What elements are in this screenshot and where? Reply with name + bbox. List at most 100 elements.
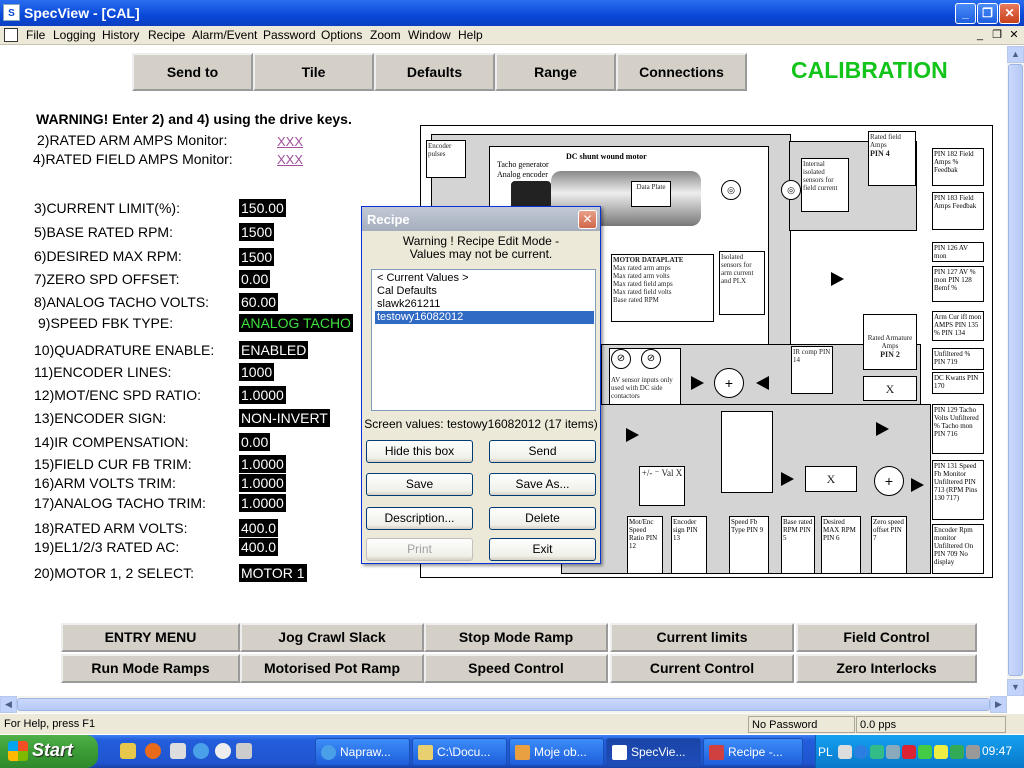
- field-control-button[interactable]: Field Control: [796, 623, 977, 652]
- current-limits-button[interactable]: Current limits: [610, 623, 794, 652]
- exit-button[interactable]: Exit: [489, 538, 596, 561]
- entry-menu-button[interactable]: ENTRY MENU: [61, 623, 240, 652]
- mdi-close-icon[interactable]: ✕: [1006, 27, 1022, 43]
- motorised-pot-ramp-button[interactable]: Motorised Pot Ramp: [240, 654, 424, 683]
- current-control-button[interactable]: Current Control: [610, 654, 794, 683]
- send-to-button[interactable]: Send to: [132, 53, 253, 91]
- rated-ac-value[interactable]: 400.0: [239, 538, 279, 556]
- pin-box[interactable]: PIN 129 Tacho Volts Unfiltered % Tacho m…: [932, 404, 984, 454]
- send-button[interactable]: Send: [489, 440, 596, 463]
- recipe-list-item[interactable]: slawk261211: [375, 298, 594, 311]
- language-indicator[interactable]: PL: [818, 745, 833, 759]
- connections-button[interactable]: Connections: [616, 53, 747, 91]
- network-icon[interactable]: [870, 745, 884, 759]
- tray-icon[interactable]: [966, 745, 980, 759]
- title-bar[interactable]: S SpecView - [CAL] _ ❐ ✕: [0, 0, 1024, 26]
- pin-box[interactable]: DC Kwatts PIN 170: [932, 372, 984, 394]
- pin-box[interactable]: Encoder Rpm monitor Unfiltered On PIN 70…: [932, 524, 984, 574]
- show-desktop-icon[interactable]: [120, 743, 136, 759]
- recipe-close-icon[interactable]: ✕: [578, 210, 597, 229]
- security-icon[interactable]: [918, 745, 932, 759]
- pin-box[interactable]: PIN 127 AV % mon PIN 128 Bemf %: [932, 266, 984, 302]
- current-limit-value[interactable]: 150.00: [239, 199, 286, 217]
- quadrature-enable-value[interactable]: ENABLED: [239, 341, 309, 359]
- defaults-button[interactable]: Defaults: [374, 53, 495, 91]
- task-moje[interactable]: Moje ob...: [509, 738, 604, 766]
- scroll-down-icon[interactable]: ▼: [1007, 679, 1024, 696]
- ir-compensation-value[interactable]: 0.00: [239, 433, 271, 451]
- app-icon[interactable]: [170, 743, 186, 759]
- menu-history[interactable]: History: [102, 28, 139, 42]
- bottom-pin-box[interactable]: Encoder sign PIN 13: [671, 516, 707, 574]
- recipe-dialog-title[interactable]: Recipe: [362, 207, 600, 231]
- base-rated-rpm-value[interactable]: 1500: [239, 223, 275, 241]
- specview-app-icon[interactable]: S: [3, 4, 20, 21]
- encoder-sign-value[interactable]: NON-INVERT: [239, 409, 330, 427]
- tray-icon[interactable]: [950, 745, 964, 759]
- recipe-dialog[interactable]: Recipe ✕ Warning ! Recipe Edit Mode - Va…: [361, 206, 601, 564]
- internet-explorer-icon[interactable]: [193, 743, 209, 759]
- tray-expand-icon[interactable]: [854, 745, 868, 759]
- menu-options[interactable]: Options: [321, 28, 362, 42]
- analog-tacho-volts-value[interactable]: 60.00: [239, 293, 279, 311]
- stop-mode-ramp-button[interactable]: Stop Mode Ramp: [424, 623, 608, 652]
- bottom-pin-box[interactable]: Zero speed offset PIN 7: [871, 516, 907, 574]
- range-button[interactable]: Range: [495, 53, 616, 91]
- antivirus-icon[interactable]: [902, 745, 916, 759]
- recipe-list[interactable]: < Current Values > Cal Defaults slawk261…: [371, 269, 596, 411]
- vertical-scrollbar[interactable]: ▲ ▼: [1007, 46, 1024, 696]
- vertical-scroll-thumb[interactable]: [1008, 64, 1023, 676]
- mdi-restore-icon[interactable]: ❐: [989, 27, 1005, 43]
- tray-icon[interactable]: [838, 745, 852, 759]
- speed-fbk-type-value[interactable]: ANALOG TACHO: [239, 314, 353, 332]
- menu-password[interactable]: Password: [263, 28, 316, 42]
- horizontal-scroll-thumb[interactable]: [17, 698, 990, 711]
- document-icon[interactable]: [4, 28, 18, 42]
- menu-recipe[interactable]: Recipe: [148, 28, 185, 42]
- jog-crawl-slack-button[interactable]: Jog Crawl Slack: [240, 623, 424, 652]
- bottom-pin-box[interactable]: Desired MAX RPM PIN 6: [821, 516, 861, 574]
- delete-button[interactable]: Delete: [489, 507, 596, 530]
- scroll-right-icon[interactable]: ▶: [990, 696, 1007, 713]
- scroll-up-icon[interactable]: ▲: [1007, 46, 1024, 63]
- media-player-icon[interactable]: [215, 743, 231, 759]
- task-recipe[interactable]: Recipe -...: [703, 738, 803, 766]
- task-specview[interactable]: SpecVie...: [606, 738, 701, 766]
- hide-box-button[interactable]: Hide this box: [366, 440, 473, 463]
- encoder-lines-value[interactable]: 1000: [239, 363, 275, 381]
- task-napraw[interactable]: Napraw...: [315, 738, 410, 766]
- minimize-button[interactable]: _: [955, 3, 976, 24]
- print-button[interactable]: Print: [366, 538, 473, 561]
- mdi-minimize-icon[interactable]: _: [972, 27, 988, 43]
- run-mode-ramps-button[interactable]: Run Mode Ramps: [61, 654, 240, 683]
- menu-zoom[interactable]: Zoom: [370, 28, 401, 42]
- bottom-pin-box[interactable]: Speed Fb Type PIN 9: [729, 516, 769, 574]
- scroll-left-icon[interactable]: ◀: [0, 696, 17, 713]
- mot-enc-spd-ratio-value[interactable]: 1.0000: [239, 386, 286, 404]
- recipe-list-item[interactable]: < Current Values >: [375, 272, 594, 285]
- menu-window[interactable]: Window: [408, 28, 451, 42]
- pin-box[interactable]: Unfiltered % PIN 719: [932, 348, 984, 370]
- desired-max-rpm-value[interactable]: 1500: [239, 248, 275, 266]
- arm-volts-trim-value[interactable]: 1.0000: [239, 474, 286, 492]
- recipe-list-item-selected[interactable]: testowy16082012: [375, 311, 594, 324]
- description-button[interactable]: Description...: [366, 507, 473, 530]
- save-as-button[interactable]: Save As...: [489, 473, 596, 496]
- menu-file[interactable]: File: [26, 28, 45, 42]
- info-icon[interactable]: [934, 745, 948, 759]
- field-cur-fb-trim-value[interactable]: 1.0000: [239, 455, 286, 473]
- pin-box[interactable]: PIN 183 Field Amps Feedbak: [932, 192, 984, 230]
- pin-box[interactable]: PIN 182 Field Amps % Feedbak: [932, 148, 984, 186]
- menu-logging[interactable]: Logging: [53, 28, 96, 42]
- zero-interlocks-button[interactable]: Zero Interlocks: [796, 654, 977, 683]
- recipe-list-item[interactable]: Cal Defaults: [375, 285, 594, 298]
- save-button[interactable]: Save: [366, 473, 473, 496]
- close-button[interactable]: ✕: [999, 3, 1020, 24]
- menu-alarm-event[interactable]: Alarm/Event: [192, 28, 257, 42]
- pin-box[interactable]: Arm Cur ifl mon AMPS PIN 135 % PIN 134: [932, 311, 984, 341]
- menu-help[interactable]: Help: [458, 28, 483, 42]
- pin-box[interactable]: PIN 131 Speed Fb Monitor Unfiltered PIN …: [932, 460, 984, 520]
- firefox-icon[interactable]: [145, 743, 161, 759]
- motor-select-value[interactable]: MOTOR 1: [239, 564, 307, 582]
- analog-tacho-trim-value[interactable]: 1.0000: [239, 494, 286, 512]
